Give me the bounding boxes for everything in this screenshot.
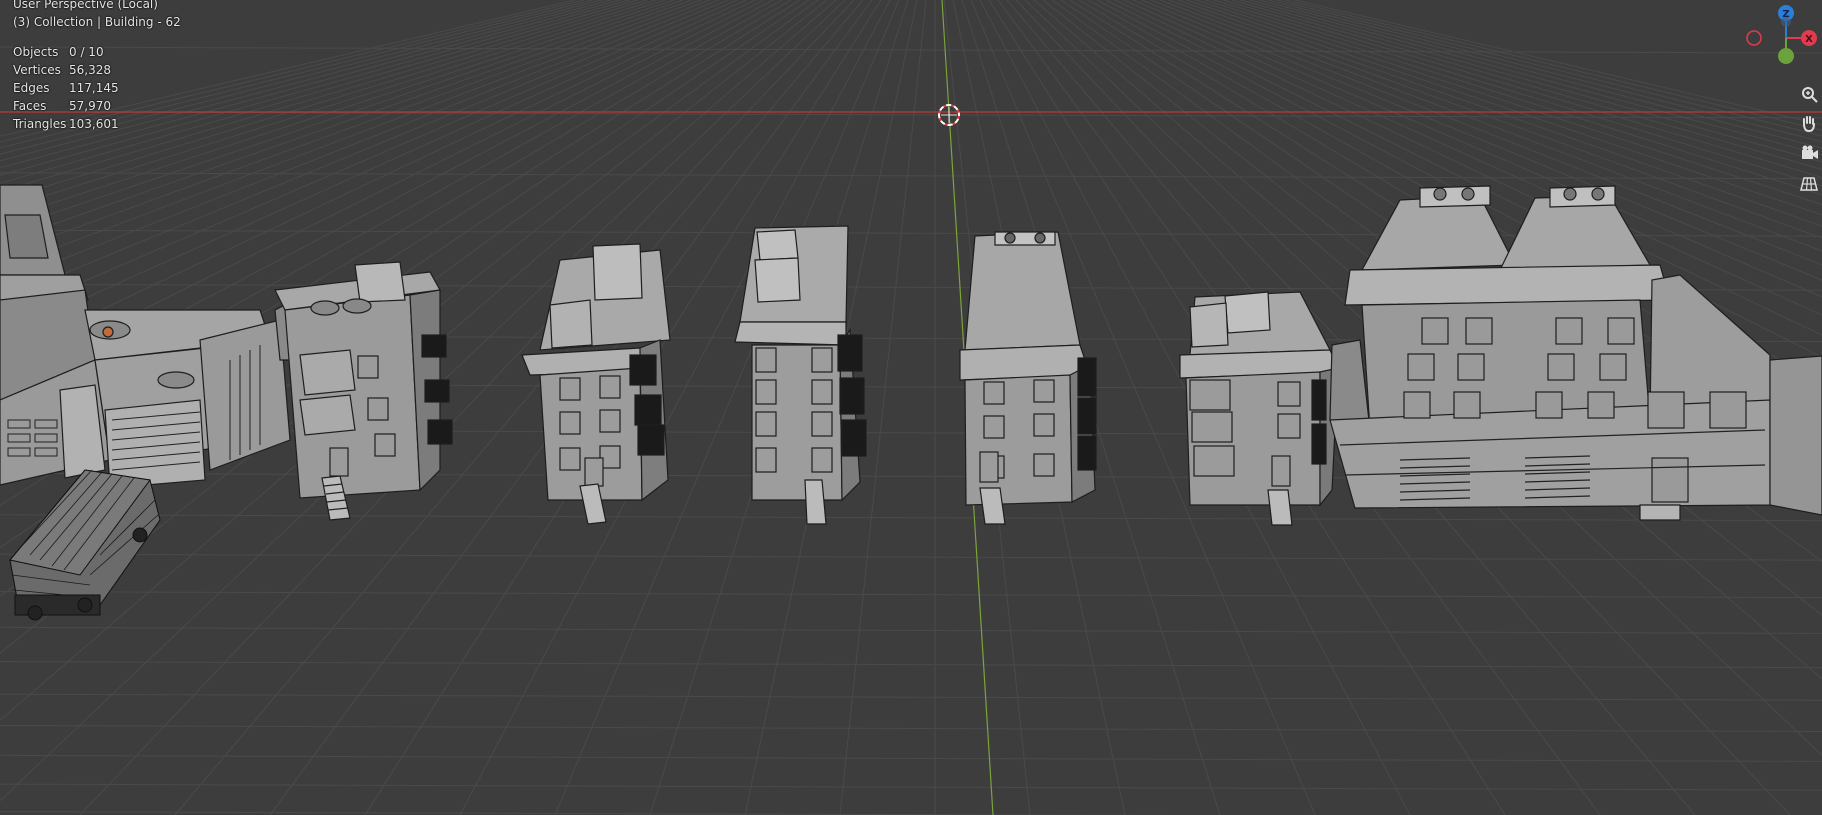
stat-row-objects: Objects 0 / 10 [13,43,119,61]
stat-label: Vertices [13,63,61,77]
building-5[interactable] [959,231,1097,525]
building-4[interactable] [734,225,867,525]
collection-context: (3) Collection | Building - 62 [13,15,181,29]
grid-perspective-icon [1800,177,1818,191]
pan-button[interactable] [1796,110,1822,136]
camera-icon [1802,145,1818,159]
stat-label: Edges [13,81,50,95]
zoom-icon [1802,87,1818,103]
scene-canvas[interactable] [0,0,1822,815]
stat-label: Triangles [13,117,67,131]
stat-label: Faces [13,99,47,113]
stat-value: 56,328 [69,63,111,77]
3d-cursor[interactable] [938,104,960,126]
grid-line [0,626,1822,634]
building-2[interactable] [274,261,453,521]
gizmo-x-axis[interactable]: X [1801,30,1817,46]
hand-pan-icon [1803,116,1815,133]
grid-line [0,46,1822,54]
stat-row-vertices: Vertices 56,328 [13,61,119,79]
3d-viewport[interactable]: User Perspective (Local) (3) Collection … [0,0,1822,815]
grid-line [0,783,1822,791]
gizmo-negative-z-axis[interactable] [1781,17,1791,27]
grid-line [0,514,1822,522]
grid-line [0,754,1822,762]
stat-row-edges: Edges 117,145 [13,79,119,97]
grid-line [0,725,1822,732]
stat-value: 103,601 [69,117,119,131]
view-name: User Perspective (Local) [13,0,158,11]
stat-value: 57,970 [69,99,111,113]
grid-line [0,553,1822,561]
gizmo-x-label: X [1805,34,1813,45]
building-6[interactable] [1179,291,1341,526]
viewport-header-info: User Perspective (Local) (3) Collection … [13,0,181,31]
gizmo-y-axis[interactable] [1778,48,1794,64]
gizmo-negative-x-axis[interactable] [1746,30,1762,46]
grid-line [0,661,1822,669]
grid-line [0,811,1185,815]
stat-label: Objects [13,45,59,59]
zoom-button[interactable] [1796,81,1822,107]
stat-row-triangles: Triangles 103,601 [13,115,119,133]
grid-line [0,591,1822,599]
camera-view-button[interactable] [1796,140,1822,166]
stat-value: 117,145 [69,81,119,95]
vehicle-wireframe[interactable] [9,469,161,621]
toggle-projection-button[interactable] [1796,170,1822,196]
scene-statistics: Objects 0 / 10 Vertices 56,328 Edges 117… [13,43,119,133]
stat-row-faces: Faces 57,970 [13,97,119,115]
stat-value: 0 / 10 [69,45,104,59]
navigation-gizmo[interactable]: Z X [1742,0,1822,90]
